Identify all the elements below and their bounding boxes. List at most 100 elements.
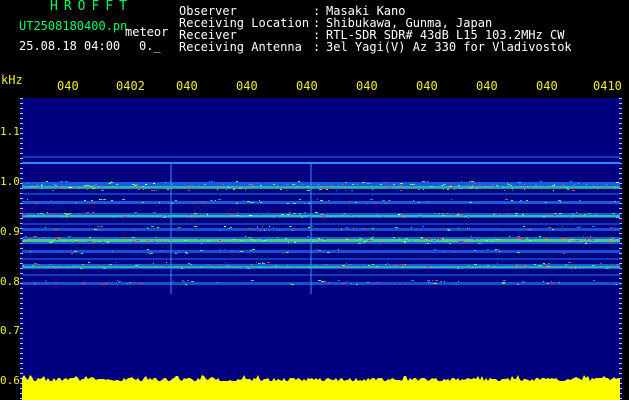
tick-mark (619, 278, 622, 279)
signal-speckle (94, 242, 95, 243)
signal-speckle (43, 214, 44, 215)
signal-speckle (259, 200, 260, 201)
signal-speckle (534, 264, 536, 265)
signal-speckle (73, 188, 74, 189)
signal-speckle (155, 266, 156, 267)
signal-speckle (434, 242, 435, 243)
signal-speckle (406, 240, 407, 241)
signal-speckle (539, 236, 541, 237)
signal-speckle (497, 266, 498, 267)
signal-speckle (51, 213, 54, 214)
signal-speckle (436, 239, 437, 240)
signal-speckle (52, 240, 54, 241)
signal-speckle (253, 240, 255, 241)
x-tick-label: 0402 (116, 79, 145, 93)
signal-speckle (237, 212, 238, 213)
tick-mark (619, 308, 622, 309)
signal-speckle (102, 239, 103, 240)
signal-speckle (518, 182, 521, 183)
signal-speckle (263, 188, 265, 189)
signal-speckle (388, 187, 390, 188)
signal-speckle (210, 200, 213, 201)
signal-speckle (527, 229, 530, 230)
signal-speckle (612, 213, 615, 214)
signal-speckle (471, 267, 474, 268)
signal-speckle (237, 252, 238, 253)
signal-speckle (385, 264, 386, 265)
signal-speckle (153, 241, 156, 242)
signal-speckle (547, 283, 549, 284)
signal-speckle (372, 237, 373, 238)
signal-speckle (583, 236, 584, 237)
signal-speckle (92, 212, 94, 213)
signal-speckle (163, 241, 164, 242)
signal-speckle (148, 253, 150, 254)
signal-speckle (276, 216, 278, 217)
signal-speckle (515, 213, 518, 214)
signal-speckle (577, 240, 579, 241)
plot-background (20, 98, 622, 400)
signal-speckle (610, 239, 612, 240)
signal-speckle (411, 280, 414, 281)
tick-mark (20, 323, 23, 324)
signal-speckle (222, 239, 223, 240)
signal-speckle (233, 188, 235, 189)
signal-speckle (616, 264, 617, 265)
signal-speckle (443, 184, 446, 185)
tick-mark (20, 318, 23, 319)
signal-speckle (153, 263, 154, 264)
signal-speckle (567, 189, 569, 190)
tick-mark (20, 273, 23, 274)
signal-speckle (574, 184, 576, 185)
signal-speckle (236, 203, 238, 204)
info-value-antenna: 3el Yagi(V) Az 330 for Vladivostok (326, 40, 572, 54)
tick-mark (619, 138, 622, 139)
signal-speckle (225, 262, 226, 263)
signal-speckle (578, 183, 579, 184)
tick-mark (619, 233, 622, 234)
tick-mark (619, 113, 622, 114)
signal-speckle (280, 189, 282, 190)
signal-speckle (57, 238, 59, 239)
signal-speckle (32, 188, 34, 189)
signal-speckle (545, 213, 547, 214)
signal-speckle (453, 215, 454, 216)
signal-speckle (344, 213, 346, 214)
signal-speckle (55, 185, 57, 186)
signal-speckle (522, 188, 525, 189)
signal-speckle (87, 241, 90, 242)
signal-speckle (90, 186, 93, 187)
signal-speckle (427, 266, 430, 267)
signal-speckle (169, 241, 170, 242)
tick-mark (619, 293, 622, 294)
x-tick-label: 040 (57, 79, 79, 93)
signal-speckle (456, 215, 459, 216)
signal-speckle (574, 268, 577, 269)
signal-speckle (341, 184, 344, 185)
signal-speckle (317, 184, 320, 185)
signal-speckle (478, 184, 481, 185)
signal-speckle (207, 264, 210, 265)
signal-speckle (47, 212, 48, 213)
signal-speckle (62, 217, 64, 218)
y-tick-label: 0.7 (0, 324, 20, 337)
signal-speckle (524, 189, 525, 190)
signal-speckle (84, 200, 86, 201)
signal-speckle (317, 249, 318, 250)
signal-speckle (301, 201, 302, 202)
signal-speckle (326, 264, 327, 265)
tick-mark (619, 103, 622, 104)
signal-speckle (133, 188, 135, 189)
signal-speckle (462, 241, 464, 242)
signal-speckle (252, 249, 255, 250)
signal-speckle (327, 252, 330, 253)
signal-speckle (433, 240, 436, 241)
info-colons: : : : : (313, 5, 320, 53)
signal-speckle (346, 281, 347, 282)
signal-speckle (535, 183, 536, 184)
signal-speckle (382, 200, 385, 201)
vertical-streak (310, 164, 311, 294)
signal-speckle (86, 212, 89, 213)
signal-speckle (332, 266, 333, 267)
signal-speckle (458, 185, 460, 186)
